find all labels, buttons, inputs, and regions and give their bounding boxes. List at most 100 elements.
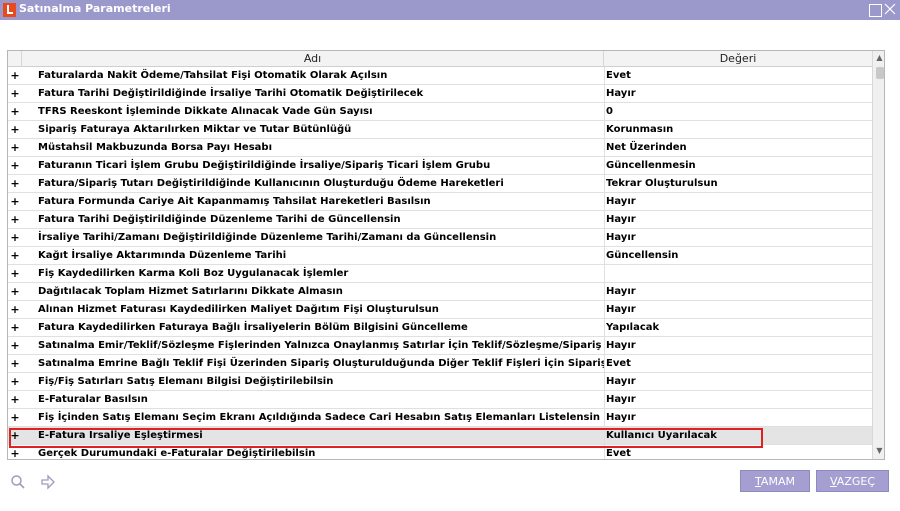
parameter-value[interactable]: Hayır: [606, 301, 870, 319]
expand-toggle[interactable]: +: [8, 283, 22, 301]
parameter-name: Fatura/Sipariş Tutarı Değiştirildiğinde …: [38, 178, 504, 189]
expand-toggle[interactable]: +: [8, 319, 22, 337]
parameter-name: Satınalma Emir/Teklif/Sözleşme Fişlerind…: [38, 340, 604, 351]
expand-toggle[interactable]: +: [8, 175, 22, 193]
expand-toggle[interactable]: +: [8, 337, 22, 355]
parameter-value[interactable]: Güncellensin: [606, 247, 870, 265]
parameter-name: TFRS Reeskont İşleminde Dikkate Alınacak…: [38, 106, 373, 117]
parameter-value[interactable]: Evet: [606, 355, 870, 373]
table-row[interactable]: + Fiş/Fiş Satırları Satış Elemanı Bilgisi…: [8, 373, 872, 391]
table-row[interactable]: + Fatura Kaydedilirken Faturaya Bağlı İrs…: [8, 319, 872, 337]
parameter-value[interactable]: Hayır: [606, 229, 870, 247]
grid-rows: + Faturalarda Nakit Ödeme/Tahsilat Fişi O…: [8, 67, 872, 459]
header-value[interactable]: Değeri: [604, 51, 872, 67]
restore-icon[interactable]: [866, 1, 882, 18]
expand-toggle[interactable]: +: [8, 229, 22, 247]
parameter-name: Fatura Tarihi Değiştirildiğinde Düzenlem…: [38, 214, 401, 225]
parameter-value[interactable]: Güncellenmesin: [606, 157, 870, 175]
arrow-right-icon[interactable]: [40, 474, 56, 490]
expand-toggle[interactable]: +: [8, 193, 22, 211]
parameter-value[interactable]: Hayır: [606, 193, 870, 211]
table-row[interactable]: + Faturanın Ticari İşlem Grubu Değiştiril…: [8, 157, 872, 175]
expand-toggle[interactable]: +: [8, 121, 22, 139]
title-bar: Satınalma Parametreleri: [0, 0, 900, 20]
parameter-name: Kağıt İrsaliye Aktarımında Düzenleme Tar…: [38, 250, 287, 261]
expand-toggle[interactable]: +: [8, 265, 22, 283]
parameter-value[interactable]: Hayır: [606, 85, 870, 103]
ok-label-rest: AMAM: [760, 475, 795, 488]
column-divider: [604, 373, 605, 391]
expand-toggle[interactable]: +: [8, 391, 22, 409]
table-row[interactable]: + İrsaliye Tarihi/Zamanı Değiştirildiğind…: [8, 229, 872, 247]
cancel-button[interactable]: VAZGEÇ: [816, 470, 889, 492]
header-name[interactable]: Adı: [22, 51, 604, 67]
parameter-name: Fatura Formunda Cariye Ait Kapanmamış Ta…: [38, 196, 431, 207]
table-row[interactable]: + Sipariş Faturaya Aktarılırken Miktar ve…: [8, 121, 872, 139]
column-divider: [604, 391, 605, 409]
parameter-name: Dağıtılacak Toplam Hizmet Satırlarını Di…: [38, 286, 343, 297]
table-row[interactable]: + Faturalarda Nakit Ödeme/Tahsilat Fişi O…: [8, 67, 872, 85]
table-row[interactable]: + Dağıtılacak Toplam Hizmet Satırlarını D…: [8, 283, 872, 301]
table-row[interactable]: + Satınalma Emrine Bağlı Teklif Fişi Üzer…: [8, 355, 872, 373]
vertical-scrollbar[interactable]: ▲ ▼: [872, 51, 884, 459]
expand-toggle[interactable]: +: [8, 139, 22, 157]
close-icon[interactable]: [882, 1, 898, 18]
window-title: Satınalma Parametreleri: [19, 2, 171, 15]
table-row[interactable]: + Satınalma Emir/Teklif/Sözleşme Fişlerin…: [8, 337, 872, 355]
grid-header: Adı Değeri: [8, 51, 872, 67]
parameter-value[interactable]: Hayır: [606, 409, 870, 427]
column-divider: [604, 193, 605, 211]
column-divider: [604, 355, 605, 373]
parameter-value[interactable]: Hayır: [606, 211, 870, 229]
expand-toggle[interactable]: +: [8, 211, 22, 229]
expand-toggle[interactable]: +: [8, 85, 22, 103]
parameter-value[interactable]: Evet: [606, 67, 870, 85]
scroll-up-icon[interactable]: ▲: [873, 52, 884, 64]
scroll-thumb[interactable]: [876, 67, 884, 79]
expand-toggle[interactable]: +: [8, 157, 22, 175]
parameter-value[interactable]: Hayır: [606, 283, 870, 301]
table-row[interactable]: + Fatura/Sipariş Tutarı Değiştirildiğinde…: [8, 175, 872, 193]
expand-toggle[interactable]: +: [8, 409, 22, 427]
table-row[interactable]: + Fiş İçinden Satış Elemanı Seçim Ekranı …: [8, 409, 872, 427]
expand-toggle[interactable]: +: [8, 67, 22, 85]
parameter-value[interactable]: Tekrar Oluşturulsun: [606, 175, 870, 193]
expand-toggle[interactable]: +: [8, 301, 22, 319]
scroll-down-icon[interactable]: ▼: [873, 445, 884, 457]
table-row[interactable]: + Fatura Tarihi Değiştirildiğinde İrsaliy…: [8, 85, 872, 103]
column-divider: [604, 67, 605, 85]
parameter-value[interactable]: [606, 265, 870, 283]
column-divider: [604, 121, 605, 139]
expand-toggle[interactable]: +: [8, 373, 22, 391]
table-row[interactable]: + Kağıt İrsaliye Aktarımında Düzenleme Ta…: [8, 247, 872, 265]
expand-toggle[interactable]: +: [8, 103, 22, 121]
parameter-value[interactable]: 0: [606, 103, 870, 121]
cancel-label-rest: AZGEÇ: [836, 475, 876, 488]
parameter-value[interactable]: Net Üzerinden: [606, 139, 870, 157]
ok-button[interactable]: TAMAM: [740, 470, 810, 492]
parameter-value[interactable]: Hayır: [606, 373, 870, 391]
column-divider: [604, 265, 605, 283]
table-row[interactable]: + TFRS Reeskont İşleminde Dikkate Alınaca…: [8, 103, 872, 121]
table-row[interactable]: + Alınan Hizmet Faturası Kaydedilirken Ma…: [8, 301, 872, 319]
expand-toggle[interactable]: +: [8, 355, 22, 373]
column-divider: [604, 157, 605, 175]
table-row[interactable]: + Fatura Formunda Cariye Ait Kapanmamış T…: [8, 193, 872, 211]
parameter-name: Faturalarda Nakit Ödeme/Tahsilat Fişi Ot…: [38, 70, 388, 81]
parameter-value[interactable]: Hayır: [606, 391, 870, 409]
parameter-name: Faturanın Ticari İşlem Grubu Değiştirild…: [38, 160, 491, 171]
parameter-value[interactable]: Yapılacak: [606, 319, 870, 337]
table-row[interactable]: + Fatura Tarihi Değiştirildiğinde Düzenle…: [8, 211, 872, 229]
table-row[interactable]: + Fiş Kaydedilirken Karma Koli Boz Uygula…: [8, 265, 872, 283]
expand-toggle[interactable]: +: [8, 247, 22, 265]
table-row[interactable]: + E-Faturalar Basılsın Hayır: [8, 391, 872, 409]
parameter-value[interactable]: Hayır: [606, 337, 870, 355]
column-divider: [604, 229, 605, 247]
parameter-name: İrsaliye Tarihi/Zamanı Değiştirildiğinde…: [38, 232, 497, 243]
column-divider: [604, 175, 605, 193]
parameter-value[interactable]: Korunmasın: [606, 121, 870, 139]
header-expand[interactable]: [8, 51, 22, 67]
parameter-name: Fatura Tarihi Değiştirildiğinde İrsaliye…: [38, 88, 424, 99]
table-row[interactable]: + Müstahsil Makbuzunda Borsa Payı Hesabı N…: [8, 139, 872, 157]
search-icon[interactable]: [10, 474, 26, 490]
